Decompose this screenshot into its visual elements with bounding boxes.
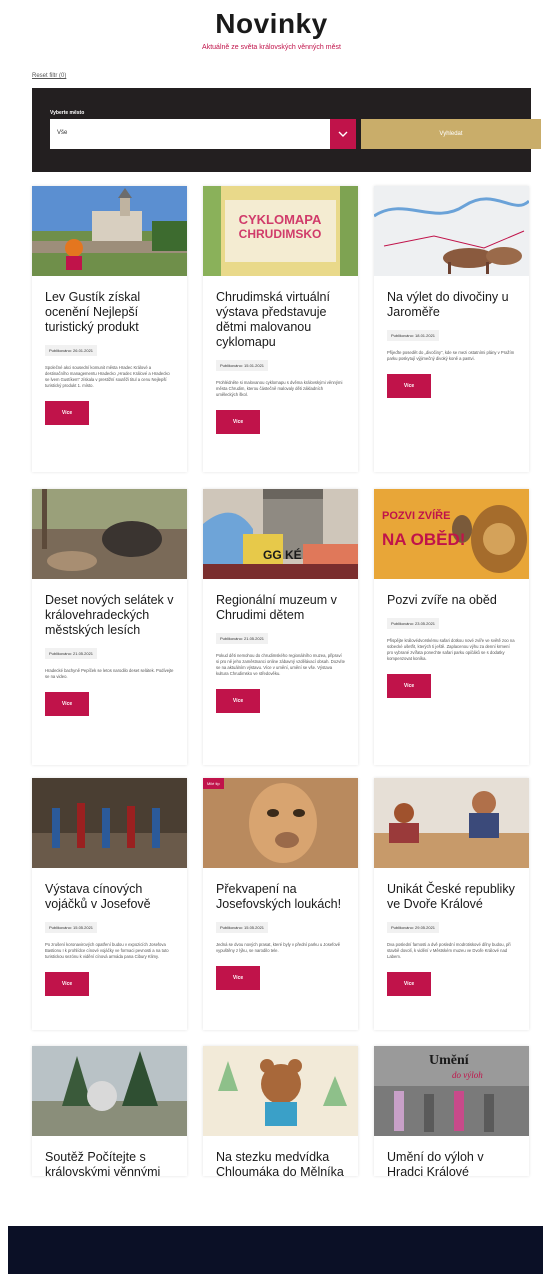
news-card-title[interactable]: Na stezku medvídka Chloumáka do Mělníka (216, 1150, 345, 1176)
news-card-date: Publikováno: 15.01.2021 (216, 360, 269, 371)
news-card-title[interactable]: Výstava cínových vojáčků v Josefově (45, 882, 174, 912)
more-button[interactable]: Více (387, 674, 431, 698)
news-card-date: Publikováno: 18.01.2021 (387, 330, 440, 341)
news-card-image[interactable] (32, 778, 187, 868)
cyklomapa-subtitle: CHRUDIMSKO (239, 227, 322, 241)
news-card-badge: Milé tip (203, 778, 224, 789)
news-card-title[interactable]: Regionální muzeum v Chrudimi dětem (216, 593, 345, 623)
news-card-title[interactable]: Umění do výloh v Hradci Králové (387, 1150, 516, 1176)
news-card-image[interactable] (374, 186, 529, 276)
news-card-excerpt: Dva poslední farnosti a dvě poslední mod… (387, 942, 511, 959)
news-card: Milé tip Překvapení na Josefovských louk… (203, 778, 358, 1030)
news-card: CYKLOMAPA CHRUDIMSKO Chrudimská virtuáln… (203, 186, 358, 472)
news-card-image[interactable] (32, 1046, 187, 1136)
news-card-date: Publikováno: 23.05.2021 (387, 618, 440, 629)
city-select[interactable]: Vše (50, 119, 330, 149)
news-card-excerpt: Po zrušení koronavirových opatření budou… (45, 942, 169, 959)
news-card: Na stezku medvídka Chloumáka do Mělníka (203, 1046, 358, 1176)
news-card-date: Publikováno: 15.05.2021 (216, 922, 269, 933)
news-card-image[interactable] (203, 1046, 358, 1136)
news-card-image[interactable]: POZVI ZVÍŘE NA OBĚD! (374, 489, 529, 579)
pozvi-image-line-1: POZVI ZVÍŘE (382, 509, 450, 522)
filter-bar: Vyberte město Vše Vyhledat (32, 88, 541, 172)
page-footer (8, 1226, 543, 1274)
news-card-date: Publikováno: 15.05.2021 (45, 922, 98, 933)
search-button[interactable]: Vyhledat (361, 119, 541, 149)
pozvi-image-line-2: NA OBĚD! (382, 530, 465, 549)
news-card-excerpt: Prohlédněte si malovanou cyklomapu s dvě… (216, 380, 343, 397)
more-button[interactable]: Více (387, 374, 431, 398)
page-subtitle: Aktuálně ze světa královských věnných mě… (202, 44, 341, 51)
news-card-excerpt: Hradecké bachyně Pepíček se letos narodi… (45, 668, 174, 679)
news-card-date: Publikováno: 29.05.2021 (387, 922, 440, 933)
city-filter-label: Vyberte město (50, 110, 85, 116)
news-card-image[interactable]: CYKLOMAPA CHRUDIMSKO (203, 186, 358, 276)
news-card-date: Publikováno: 21.05.2021 (45, 648, 98, 659)
news-card: Umění do výloh Umění do výloh v Hradci K… (374, 1046, 529, 1176)
page-title: Novinky (215, 8, 328, 39)
reset-filter-link[interactable]: Reset filtr (0) (32, 73, 66, 79)
news-card-image[interactable]: Milé tip (203, 778, 358, 868)
news-card-excerpt: Pokud děti nemohou do chrudimského regio… (216, 653, 345, 676)
news-card-excerpt: Přispějte královédvorskému safari dotkou… (387, 638, 515, 661)
cyklomapa-title: CYKLOMAPA (239, 212, 322, 227)
news-card-title[interactable]: Překvapení na Josefovských loukách! (216, 882, 345, 912)
city-select-toggle[interactable] (330, 119, 356, 149)
page-header: Novinky Aktuálně ze světa královských vě… (0, 0, 543, 51)
news-card: Výstava cínových vojáčků v Josefově Publ… (32, 778, 187, 1030)
news-card-title[interactable]: Na výlet do divočiny u Jaroměře (387, 290, 516, 320)
news-card-image[interactable]: GG KÉ (203, 489, 358, 579)
chevron-down-icon (338, 131, 348, 137)
news-card: POZVI ZVÍŘE NA OBĚD! Pozvi zvíře na oběd… (374, 489, 529, 765)
news-card-date: Publikováno: 26.01.2021 (45, 345, 98, 356)
more-button[interactable]: Více (216, 966, 260, 990)
news-card-title[interactable]: Lev Gustík získal ocenění Nejlepší turis… (45, 290, 174, 335)
news-card-image[interactable]: Umění do výloh (374, 1046, 529, 1136)
news-card-title[interactable]: Soutěž Počítejte s královskými věnnými (45, 1150, 174, 1176)
news-card: Na výlet do divočiny u Jaroměře Publikov… (374, 186, 529, 472)
more-button[interactable]: Více (45, 972, 89, 996)
news-card: Soutěž Počítejte s královskými věnnými (32, 1046, 187, 1176)
more-button[interactable]: Více (45, 401, 89, 425)
news-card: Unikát České republiky ve Dvoře Králové … (374, 778, 529, 1030)
news-card: Lev Gustík získal ocenění Nejlepší turis… (32, 186, 187, 472)
umeni-image-line-2: do výloh (452, 1070, 483, 1080)
news-card-title[interactable]: Pozvi zvíře na oběd (387, 593, 516, 608)
news-card-title[interactable]: Chrudimská virtuální výstava představuje… (216, 290, 345, 350)
news-card-date: Publikováno: 21.05.2021 (216, 633, 269, 644)
news-card: Deset nových selátek v královehradeckých… (32, 489, 187, 765)
city-select-value: Vše (57, 130, 68, 136)
more-button[interactable]: Více (45, 692, 89, 716)
more-button[interactable]: Více (216, 410, 260, 434)
news-card-image[interactable] (32, 489, 187, 579)
museum-image-text: GG KÉ (263, 547, 302, 562)
news-card-image[interactable] (32, 186, 187, 276)
news-card-excerpt: Společné akci sousední komunit města Hra… (45, 365, 170, 388)
news-card-title[interactable]: Deset nových selátek v královehradeckých… (45, 593, 174, 638)
more-button[interactable]: Více (216, 689, 260, 713)
more-button[interactable]: Více (387, 972, 431, 996)
news-card-image[interactable] (374, 778, 529, 868)
news-card: GG KÉ Regionální muzeum v Chrudimi dětem… (203, 489, 358, 765)
news-card-excerpt: Přijeďte posedět do „divočiny", kde se m… (387, 350, 515, 361)
umeni-image-line-1: Umění (429, 1053, 470, 1068)
news-card-title[interactable]: Unikát České republiky ve Dvoře Králové (387, 882, 516, 912)
news-card-excerpt: Jedná se dvou nových prasat, které byly … (216, 942, 341, 953)
